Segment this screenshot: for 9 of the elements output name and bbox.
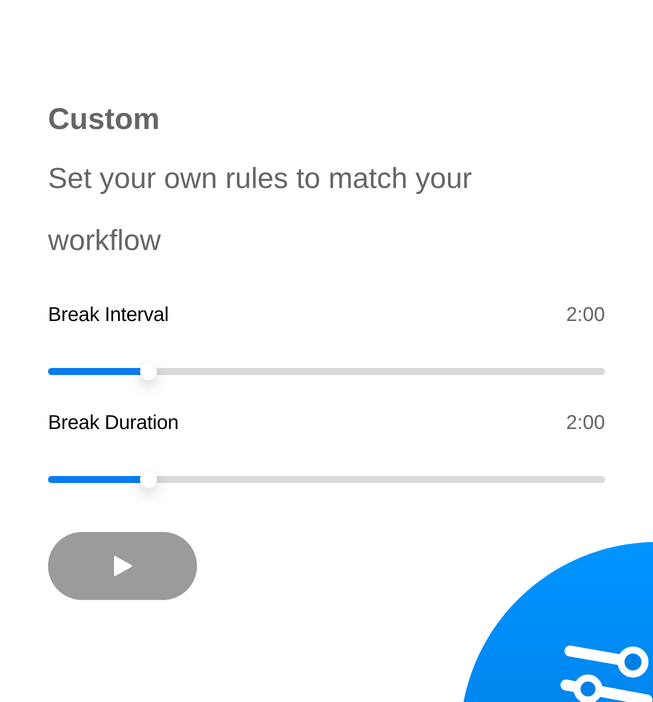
slider-thumb[interactable] — [140, 471, 158, 488]
slider-value: 2:00 — [566, 304, 605, 327]
play-icon — [112, 555, 132, 577]
slider-label: Break Interval — [48, 304, 169, 327]
slider-label: Break Duration — [48, 412, 179, 435]
card-description: Set your own rules to match your workflow — [48, 162, 473, 259]
card-title: Custom — [48, 102, 161, 138]
slider-value: 2:00 — [566, 412, 605, 435]
slider-thumb[interactable] — [140, 363, 158, 380]
